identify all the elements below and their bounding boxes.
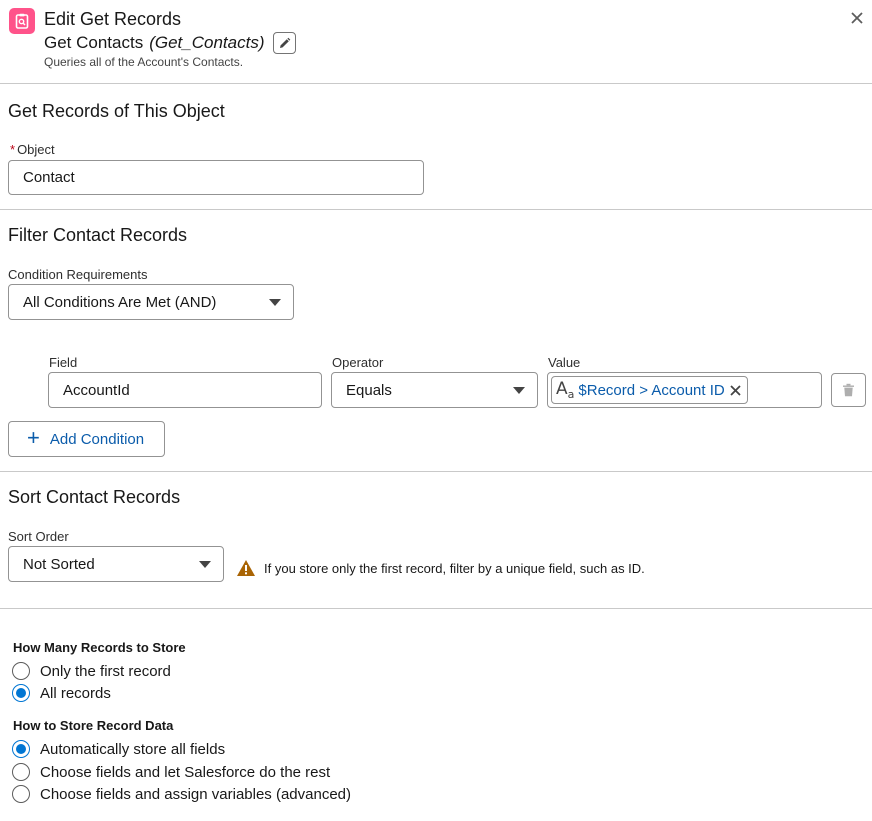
get-records-icon xyxy=(9,8,35,34)
header-divider xyxy=(0,83,872,84)
plus-icon: + xyxy=(27,425,40,450)
field-column-label: Field xyxy=(49,355,78,370)
sort-order-select[interactable]: Not Sorted xyxy=(8,546,224,582)
sort-order-label: Sort Order xyxy=(8,529,69,544)
chevron-down-icon xyxy=(269,299,281,306)
object-divider xyxy=(0,209,872,210)
value-resource-pill[interactable]: Aa $Record > Account ID xyxy=(551,376,748,404)
delete-condition-button[interactable] xyxy=(831,373,866,407)
radio-auto-store-all-fields[interactable]: Automatically store all fields xyxy=(12,739,225,759)
condition-value-input[interactable]: Aa $Record > Account ID xyxy=(547,372,822,408)
object-input[interactable]: Contact xyxy=(8,160,424,195)
radio-only-first-record[interactable]: Only the first record xyxy=(12,661,171,681)
warning-icon xyxy=(237,560,255,576)
object-section-title: Get Records of This Object xyxy=(8,101,225,121)
operator-column-label: Operator xyxy=(332,355,384,370)
how-many-records-label: How Many Records to Store xyxy=(13,640,186,655)
text-resource-icon: Aa xyxy=(556,379,575,401)
sort-warning: If you store only the first record, filt… xyxy=(236,559,645,577)
element-label: Get Contacts xyxy=(44,33,144,52)
element-name: Get Contacts (Get_Contacts) xyxy=(44,32,297,54)
radio-choose-fields-salesforce[interactable]: Choose fields and let Salesforce do the … xyxy=(12,762,330,782)
condition-field-input[interactable]: AccountId xyxy=(48,372,322,408)
close-icon xyxy=(730,384,741,396)
close-icon xyxy=(851,12,863,24)
radio-button-selected[interactable] xyxy=(12,740,30,758)
radio-button[interactable] xyxy=(12,763,30,781)
radio-button[interactable] xyxy=(12,785,30,803)
required-marker: * xyxy=(10,142,16,157)
remove-pill-button[interactable] xyxy=(729,383,743,397)
sort-section-title: Sort Contact Records xyxy=(8,487,181,507)
close-button[interactable] xyxy=(848,9,866,27)
filter-section-title: Filter Contact Records xyxy=(8,225,188,245)
trash-icon xyxy=(843,383,854,397)
radio-all-records[interactable]: All records xyxy=(12,683,111,703)
sort-divider xyxy=(0,608,872,609)
radio-button[interactable] xyxy=(12,662,30,680)
condition-operator-select[interactable]: Equals xyxy=(331,372,538,408)
edit-name-button[interactable] xyxy=(273,32,297,54)
value-column-label: Value xyxy=(548,355,581,370)
add-condition-button[interactable]: + Add Condition xyxy=(8,421,165,457)
condition-requirements-select[interactable]: All Conditions Are Met (AND) xyxy=(8,284,294,320)
radio-choose-fields-assign-variables[interactable]: Choose fields and assign variables (adva… xyxy=(12,784,351,804)
filter-divider xyxy=(0,471,872,472)
object-label: * Object xyxy=(10,142,55,157)
radio-button-selected[interactable] xyxy=(12,684,30,702)
how-to-store-label: How to Store Record Data xyxy=(13,718,174,733)
pencil-icon xyxy=(280,37,291,48)
chevron-down-icon xyxy=(513,387,525,394)
chevron-down-icon xyxy=(199,561,211,568)
element-description: Queries all of the Account's Contacts. xyxy=(44,55,244,69)
element-api-name: (Get_Contacts) xyxy=(149,33,265,52)
condition-requirements-label: Condition Requirements xyxy=(8,267,148,282)
modal-title: Edit Get Records xyxy=(44,9,182,29)
value-resource-label: $Record > Account ID xyxy=(578,381,725,399)
